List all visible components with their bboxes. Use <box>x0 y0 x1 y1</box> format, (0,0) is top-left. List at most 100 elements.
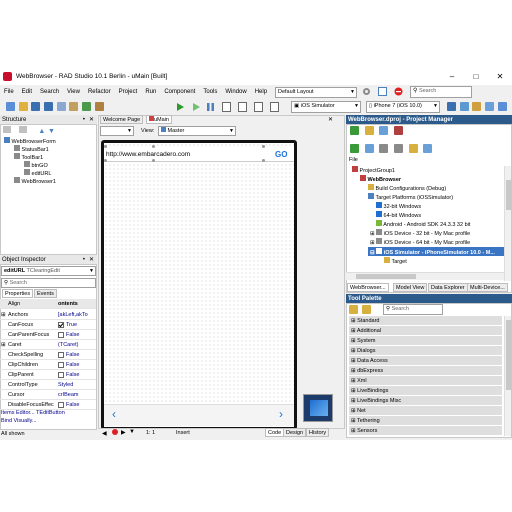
tab-webbrowser[interactable]: WebBrowser... <box>347 283 389 292</box>
collapse-icon[interactable]: ⊟ <box>370 250 375 256</box>
checkbox[interactable] <box>58 372 64 378</box>
tree-item-win32[interactable]: 32-bit Windows <box>376 202 421 210</box>
sync-icon[interactable] <box>350 144 359 153</box>
play-macro-icon[interactable]: ▶ <box>121 429 126 436</box>
palette-category-livebindings-misc[interactable]: ⊞ LiveBindings Misc <box>349 396 502 406</box>
device-combo[interactable]: ▯ iPhone 7 (iOS 10.0) ▼ <box>366 101 440 113</box>
palette-category-net[interactable]: ⊞ Net <box>349 406 502 416</box>
close-button[interactable]: ✕ <box>488 68 512 85</box>
tree-item-webbrowser[interactable]: WebBrowser <box>360 175 401 183</box>
expand-icon[interactable] <box>3 126 11 133</box>
tree-item-target[interactable]: Target <box>384 257 407 265</box>
palette-category-standard[interactable]: ⊞ Standard <box>349 316 502 326</box>
tab-umain[interactable]: uMain <box>146 115 172 124</box>
filter-icon[interactable] <box>394 144 404 153</box>
stop-icon[interactable] <box>394 87 403 96</box>
palette-category-additional[interactable]: ⊞ Additional <box>349 326 502 336</box>
table-row[interactable]: Cursor crIBeam <box>0 390 96 400</box>
back-icon[interactable]: ‹ <box>112 407 116 421</box>
run-without-debug-icon[interactable] <box>192 102 201 112</box>
move-up-icon[interactable]: ▲ <box>38 128 46 135</box>
palette-category-dialogs[interactable]: ⊞ Dialogs <box>349 346 502 356</box>
inspector-search-input[interactable]: ⚲ Search <box>1 278 96 288</box>
prop-value[interactable]: False <box>66 350 79 360</box>
collapse-icon[interactable] <box>18 126 27 133</box>
breakpoint-icon[interactable] <box>270 102 279 112</box>
tab-welcome-page[interactable]: Welcome Page <box>100 115 144 124</box>
status-bar-component[interactable] <box>104 404 294 426</box>
menu-refactor[interactable]: Refactor <box>84 89 115 95</box>
toggle-form-icon[interactable] <box>497 102 507 111</box>
save-icon[interactable] <box>31 102 41 111</box>
selection-handle[interactable] <box>152 145 155 148</box>
prop-value[interactable]: [akLeft,akTo <box>58 310 88 320</box>
checkbox[interactable] <box>58 332 64 338</box>
tree-item-win64[interactable]: 64-bit Windows <box>376 211 421 219</box>
menu-search[interactable]: Search <box>36 89 63 95</box>
table-row[interactable]: ControlType Styled <box>0 380 96 390</box>
add-icon[interactable] <box>364 126 374 135</box>
bind-visually-link[interactable]: Bind Visually... <box>1 418 37 424</box>
tree-item-target-platforms[interactable]: Target Platforms (iOSSimulator) <box>368 193 453 201</box>
toggle-icon[interactable] <box>82 102 92 111</box>
layout-icon[interactable] <box>378 87 387 96</box>
selection-handle[interactable] <box>104 145 107 148</box>
tree-item-webbrowser1[interactable]: WebBrowser1 <box>14 177 56 185</box>
pin-icon[interactable]: • <box>83 115 85 125</box>
tree-item-ios-simulator[interactable]: ⊟ iOS Simulator - iPhoneSimulator 10.0 -… <box>370 248 495 256</box>
palette-category-system[interactable]: ⊞ System <box>349 336 502 346</box>
menu-view[interactable]: View <box>63 89 84 95</box>
move-down-icon[interactable]: ▼ <box>48 128 56 135</box>
view-combo[interactable]: Master ▼ <box>158 126 236 136</box>
prop-value[interactable]: crIBeam <box>58 390 78 400</box>
prop-value[interactable]: Styled <box>58 380 73 390</box>
new-icon[interactable] <box>6 102 15 111</box>
pm-hscrollbar[interactable] <box>346 272 504 280</box>
copy-icon[interactable] <box>447 102 456 111</box>
prop-value[interactable]: False <box>66 370 79 380</box>
palette-options-icon[interactable] <box>361 305 371 314</box>
checkbox[interactable] <box>58 402 64 408</box>
palette-category-dbexpress[interactable]: ⊞ dbExpress <box>349 366 502 376</box>
pm-scrollbar[interactable] <box>504 166 511 281</box>
palette-category-sensors[interactable]: ⊞ Sensors <box>349 426 502 436</box>
menu-project[interactable]: Project <box>115 89 142 95</box>
menu-component[interactable]: Component <box>160 89 199 95</box>
style-combo[interactable]: ▼ <box>100 126 134 136</box>
pin-icon[interactable]: • <box>83 255 85 265</box>
activate-icon[interactable] <box>350 126 359 135</box>
form-designer[interactable] <box>104 143 294 427</box>
menu-file[interactable]: File <box>0 89 18 95</box>
prop-value[interactable]: False <box>66 360 79 370</box>
paste-icon[interactable] <box>69 102 79 111</box>
open-icon[interactable] <box>18 102 28 111</box>
selection-handle[interactable] <box>262 145 265 148</box>
view-icon[interactable] <box>423 144 433 153</box>
checkbox[interactable] <box>58 322 64 328</box>
screen-preview-thumbnail[interactable] <box>303 394 333 422</box>
tab-events[interactable]: Events <box>34 289 57 298</box>
window-list-icon[interactable] <box>485 102 495 111</box>
tree-item-statusbar1[interactable]: StatusBar1 <box>14 145 49 153</box>
tab-multi-device[interactable]: Multi-Device... <box>467 283 508 292</box>
prop-value[interactable]: (TCaret) <box>58 340 78 350</box>
table-row[interactable]: ClipChildren False <box>0 360 96 370</box>
record-icon[interactable] <box>112 429 118 435</box>
tree-item-btngo[interactable]: btnGO <box>24 161 48 169</box>
tab-design[interactable]: Design <box>283 428 307 437</box>
palette-category-data-access[interactable]: ⊞ Data Access <box>349 356 502 366</box>
pause-icon[interactable] <box>206 102 215 112</box>
table-row[interactable]: CanFocus True <box>0 320 96 330</box>
tree-item-ios-device-64[interactable]: ⊞ iOS Device - 64 bit - My Mac profile <box>370 238 470 246</box>
selection-handle[interactable] <box>152 159 155 162</box>
prop-value[interactable]: False <box>66 400 79 410</box>
close-icon[interactable]: ✕ <box>89 115 94 125</box>
selection-handle[interactable] <box>104 159 107 162</box>
ide-search-input[interactable]: ⚲ Search <box>410 86 472 98</box>
forward-icon[interactable]: › <box>279 407 283 421</box>
component-icon[interactable] <box>94 102 104 111</box>
expand-icon[interactable]: ⊞ <box>1 310 6 320</box>
refresh-icon[interactable] <box>459 102 469 111</box>
expand-icon[interactable]: ⊞ <box>370 240 375 246</box>
categories-icon[interactable] <box>349 305 358 314</box>
